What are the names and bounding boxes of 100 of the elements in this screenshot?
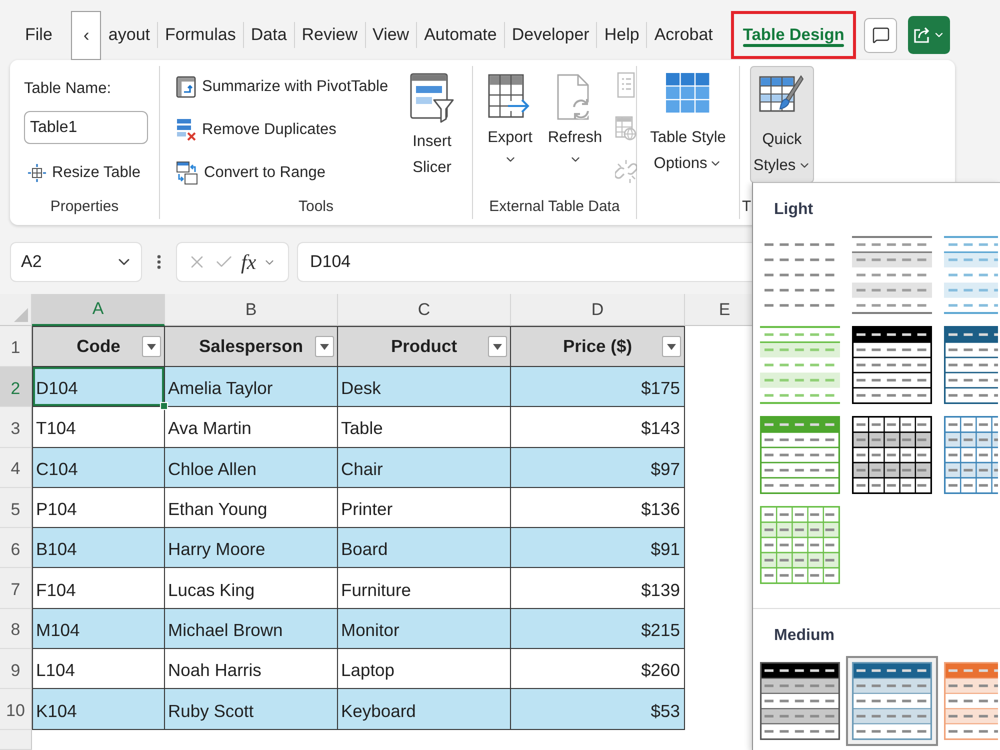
table-cell[interactable]: Printer: [338, 488, 511, 528]
ribbon-tab[interactable]: Automate: [417, 11, 504, 59]
table-cell[interactable]: Amelia Taylor: [165, 367, 338, 408]
table-cell[interactable]: Desk: [338, 367, 511, 408]
table-cell[interactable]: Ethan Young: [165, 488, 338, 528]
insert-function-button[interactable]: fx: [241, 250, 256, 274]
ribbon-button[interactable]: Remove Duplicates: [172, 115, 392, 145]
row-header[interactable]: 4: [0, 448, 32, 488]
table-cell[interactable]: T104: [32, 407, 165, 448]
group-label: Properties: [50, 197, 119, 217]
table-cell[interactable]: $260: [511, 649, 685, 690]
table-cell[interactable]: B104: [32, 528, 165, 568]
broken-link-icon: [615, 158, 637, 184]
filter-button[interactable]: [488, 336, 507, 357]
caret-icon: [147, 344, 156, 350]
filter-button[interactable]: [142, 336, 161, 357]
table-style-icon[interactable]: [846, 656, 938, 746]
ribbon-tab[interactable]: ayout: [101, 11, 157, 59]
ribbon-button[interactable]: Resize Table: [24, 158, 144, 188]
row-header[interactable]: 3: [0, 407, 32, 448]
table-cell[interactable]: K104: [32, 689, 165, 730]
cell-text: D104: [36, 378, 78, 400]
share-button[interactable]: [908, 16, 950, 54]
table-name-field[interactable]: Table1: [24, 111, 148, 144]
column-header[interactable]: A: [32, 294, 165, 326]
ribbon-tab[interactable]: Help: [597, 11, 646, 59]
name-box[interactable]: A2: [10, 242, 142, 282]
slicer-icon: [410, 73, 454, 123]
table-cell[interactable]: Board: [338, 528, 511, 568]
table-cell[interactable]: L104: [32, 649, 165, 690]
scroll-left-button[interactable]: ‹: [71, 10, 102, 60]
row-header[interactable]: 7: [0, 568, 32, 609]
table-delete-icon: [176, 118, 196, 142]
table-cell[interactable]: P104: [32, 488, 165, 528]
column-header[interactable]: D: [511, 294, 685, 326]
table-cell[interactable]: M104: [32, 608, 165, 650]
table-cell[interactable]: Ruby Scott: [165, 689, 338, 730]
table-cell[interactable]: Keyboard: [338, 689, 511, 730]
table-cell[interactable]: F104: [32, 568, 165, 609]
table-cell[interactable]: $143: [511, 407, 685, 448]
caret-icon: [667, 344, 676, 350]
ribbon-tab[interactable]: File: [18, 11, 60, 59]
column-header[interactable]: C: [338, 294, 511, 326]
table-cell[interactable]: $139: [511, 568, 685, 609]
table-cell[interactable]: Chloe Allen: [165, 448, 338, 488]
table-cell[interactable]: Michael Brown: [165, 608, 338, 650]
filter-button[interactable]: [662, 336, 681, 357]
table-cell[interactable]: $91: [511, 528, 685, 568]
active-cell[interactable]: D104: [32, 367, 165, 408]
column-header[interactable]: B: [165, 294, 338, 326]
caret-icon: [320, 344, 329, 350]
table-cell[interactable]: $53: [511, 689, 685, 730]
table-cell[interactable]: Laptop: [338, 649, 511, 690]
table-cell[interactable]: Chair: [338, 448, 511, 488]
ribbon-tab[interactable]: View: [366, 11, 416, 59]
ribbon-tab[interactable]: Acrobat: [647, 11, 720, 59]
table-convert-icon: [176, 161, 198, 185]
row-header[interactable]: 9: [0, 649, 32, 690]
filter-button[interactable]: [315, 336, 334, 357]
share-icon: [913, 26, 932, 44]
table-cell[interactable]: Noah Harris: [165, 649, 338, 690]
row-header[interactable]: 6: [0, 528, 32, 568]
ribbon-tab[interactable]: Data: [244, 11, 294, 59]
table-cell[interactable]: Lucas King: [165, 568, 338, 609]
table-cell[interactable]: Harry Moore: [165, 528, 338, 568]
table-cell[interactable]: Ava Martin: [165, 407, 338, 448]
row-header[interactable]: 5: [0, 488, 32, 528]
fill-handle-icon[interactable]: [160, 402, 168, 410]
table-cell[interactable]: Monitor: [338, 608, 511, 650]
comments-button[interactable]: [864, 18, 898, 52]
table-cell[interactable]: $97: [511, 448, 685, 488]
column-title: Product: [390, 336, 458, 357]
ribbon-tab[interactable]: Review: [294, 11, 365, 59]
table-cell[interactable]: Furniture: [338, 568, 511, 609]
row-header[interactable]: 10: [0, 689, 32, 730]
group-label: T: [742, 197, 752, 217]
table-cell[interactable]: $136: [511, 488, 685, 528]
ribbon-button[interactable]: Summarize with PivotTable: [172, 72, 392, 102]
export-button[interactable]: Export: [485, 72, 535, 167]
triangle-icon: [14, 308, 28, 322]
refresh-button[interactable]: Refresh: [547, 72, 603, 167]
table-cell[interactable]: Table: [338, 407, 511, 448]
resize-icon: [28, 164, 46, 182]
quick-styles-button[interactable]: Quick Styles: [750, 66, 814, 183]
ribbon-button[interactable]: Convert to Range: [172, 158, 392, 188]
table-name-label: Table Name:: [24, 79, 112, 99]
insert-slicer-button[interactable]: Insert Slicer: [404, 72, 460, 182]
table-cell[interactable]: C104: [32, 448, 165, 488]
table-cell[interactable]: $175: [511, 367, 685, 408]
table-style-options-button[interactable]: Table Style Options: [643, 72, 733, 178]
document-list-icon: [615, 72, 637, 98]
ribbon-tab[interactable]: Table Design: [730, 11, 856, 59]
group-label: Tools: [298, 197, 334, 217]
row-header[interactable]: 1: [0, 326, 32, 367]
caret-icon: [493, 344, 502, 350]
row-header[interactable]: 2: [0, 367, 32, 408]
row-header[interactable]: 8: [0, 608, 32, 650]
table-cell[interactable]: $215: [511, 608, 685, 650]
ribbon-tab[interactable]: Developer: [504, 11, 596, 59]
ribbon-tab[interactable]: Formulas: [158, 11, 243, 59]
